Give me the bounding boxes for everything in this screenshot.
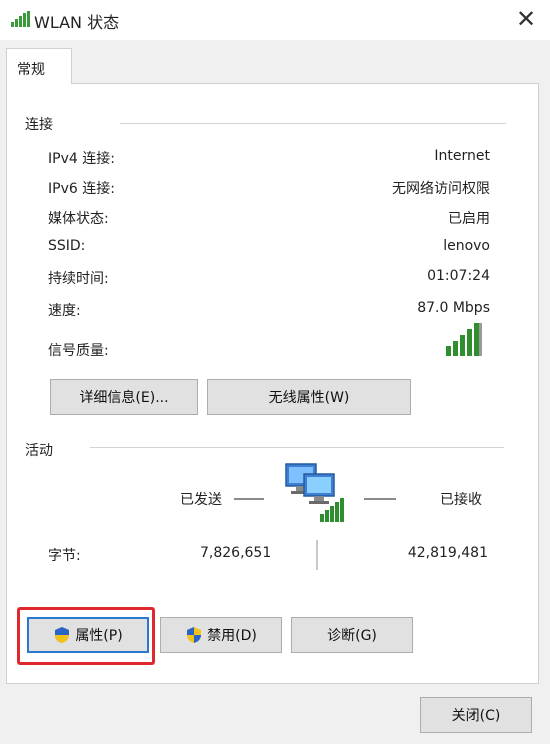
media-state-label: 媒体状态: xyxy=(48,211,109,227)
details-button[interactable]: 详细信息(E)... xyxy=(50,379,198,415)
wifi-signal-icon xyxy=(11,11,30,27)
ipv6-value: 无网络访问权限 xyxy=(392,181,490,197)
sent-connector xyxy=(234,498,264,500)
close-icon[interactable]: ✕ xyxy=(510,4,542,34)
bytes-separator xyxy=(316,540,318,570)
title-bar: WLAN 状态 ✕ xyxy=(0,0,550,40)
received-label: 已接收 xyxy=(440,492,482,508)
activity-section-label: 活动 xyxy=(25,443,53,459)
ipv4-label: IPv4 连接: xyxy=(48,151,115,167)
duration-label: 持续时间: xyxy=(48,271,109,287)
ipv4-value: Internet xyxy=(434,148,490,164)
close-button[interactable]: 关闭(C) xyxy=(420,697,532,733)
window-title: WLAN 状态 xyxy=(34,13,120,32)
properties-button[interactable]: 属性(P) xyxy=(27,617,149,653)
tab-general[interactable]: 常规 xyxy=(6,48,72,84)
media-state-value: 已启用 xyxy=(448,211,490,227)
ipv6-label: IPv6 连接: xyxy=(48,181,115,197)
disable-button-label: 禁用(D) xyxy=(207,628,257,644)
properties-button-label: 属性(P) xyxy=(75,628,123,644)
connection-section-label: 连接 xyxy=(25,117,53,133)
bytes-sent-value: 7,826,651 xyxy=(200,545,272,561)
bytes-received-value: 42,819,481 xyxy=(407,545,488,561)
duration-value: 01:07:24 xyxy=(427,268,490,284)
diagnose-button[interactable]: 诊断(G) xyxy=(291,617,413,653)
ssid-value: lenovo xyxy=(443,238,490,254)
activity-divider xyxy=(90,447,504,448)
uac-shield-icon xyxy=(55,627,70,643)
received-connector xyxy=(364,498,396,500)
connection-divider xyxy=(120,123,506,124)
ssid-label: SSID: xyxy=(48,238,86,254)
wlan-status-dialog: WLAN 状态 ✕ 常规 连接 IPv4 连接: Internet IPv6 连… xyxy=(0,0,550,744)
wireless-properties-button[interactable]: 无线属性(W) xyxy=(207,379,411,415)
uac-shield-icon xyxy=(187,627,202,643)
network-computers-icon xyxy=(285,463,344,522)
speed-label: 速度: xyxy=(48,303,81,319)
sent-label: 已发送 xyxy=(180,492,222,508)
speed-value: 87.0 Mbps xyxy=(417,300,490,316)
signal-quality-icon xyxy=(446,323,482,356)
signal-quality-label: 信号质量: xyxy=(48,343,109,359)
disable-button[interactable]: 禁用(D) xyxy=(160,617,282,653)
bytes-label: 字节: xyxy=(48,548,81,564)
